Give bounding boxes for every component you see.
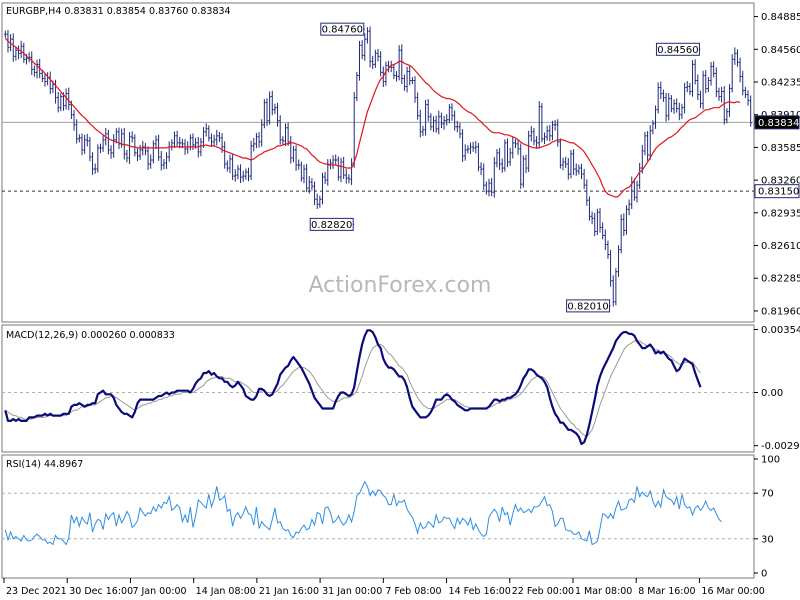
price-tick-label: 0.82935	[761, 208, 800, 219]
price-tick-label: 0.84885	[761, 12, 800, 23]
price-tick-label: 0.82285	[761, 274, 800, 285]
price-pane-title: EURGBP,H4 0.83831 0.83854 0.83760 0.8383…	[6, 6, 231, 17]
rsi-tick-label: 100	[761, 455, 780, 466]
x-tick-label: 16 Mar 00:00	[701, 586, 764, 597]
x-tick-label: 14 Feb 16:00	[449, 586, 511, 597]
x-tick-label: 1 Mar 08:00	[575, 586, 632, 597]
x-tick-label: 23 Dec 2021	[6, 586, 67, 597]
support-level-label: 0.83150	[758, 187, 799, 198]
x-tick-label: 8 Mar 16:00	[638, 586, 695, 597]
chart-svg: 0.848850.845600.842350.839100.835850.832…	[1, 2, 800, 597]
annotation-label: 0.82820	[311, 220, 352, 231]
rsi-tick-label: 30	[761, 534, 774, 545]
price-tick-label: 0.83585	[761, 143, 800, 154]
x-tick-label: 7 Jan 00:00	[132, 586, 186, 597]
macd-tick-label: 0.00	[761, 388, 783, 399]
x-tick-label: 14 Jan 08:00	[196, 586, 256, 597]
annotation-label: 0.84560	[657, 45, 698, 56]
price-tick-label: 0.82610	[761, 241, 800, 252]
price-tick-label: 0.81960	[761, 306, 800, 317]
rsi-tick-label: 0	[761, 569, 767, 580]
macd-tick-label: 0.003548	[761, 325, 800, 336]
chart-root: 0.848850.845600.842350.839100.835850.832…	[0, 0, 800, 600]
annotation-label: 0.82010	[567, 301, 608, 312]
macd-pane-title: MACD(12,26,9) 0.000260 0.000833	[6, 330, 175, 341]
x-tick-label: 30 Dec 16:00	[69, 586, 133, 597]
watermark: ActionForex.com	[309, 273, 492, 298]
current-price-label: 0.83834	[758, 118, 799, 129]
x-tick-label: 31 Jan 00:00	[322, 586, 382, 597]
x-tick-label: 22 Feb 00:00	[512, 586, 574, 597]
rsi-tick-label: 70	[761, 489, 774, 500]
price-tick-label: 0.84560	[761, 45, 800, 56]
rsi-pane-title: RSI(14) 44.8967	[6, 459, 83, 470]
price-tick-label: 0.84235	[761, 77, 800, 88]
x-tick-label: 21 Jan 16:00	[259, 586, 319, 597]
x-tick-label: 7 Feb 08:00	[385, 586, 441, 597]
annotation-label: 0.84760	[322, 25, 363, 36]
macd-tick-label: -0.002992	[761, 441, 800, 452]
